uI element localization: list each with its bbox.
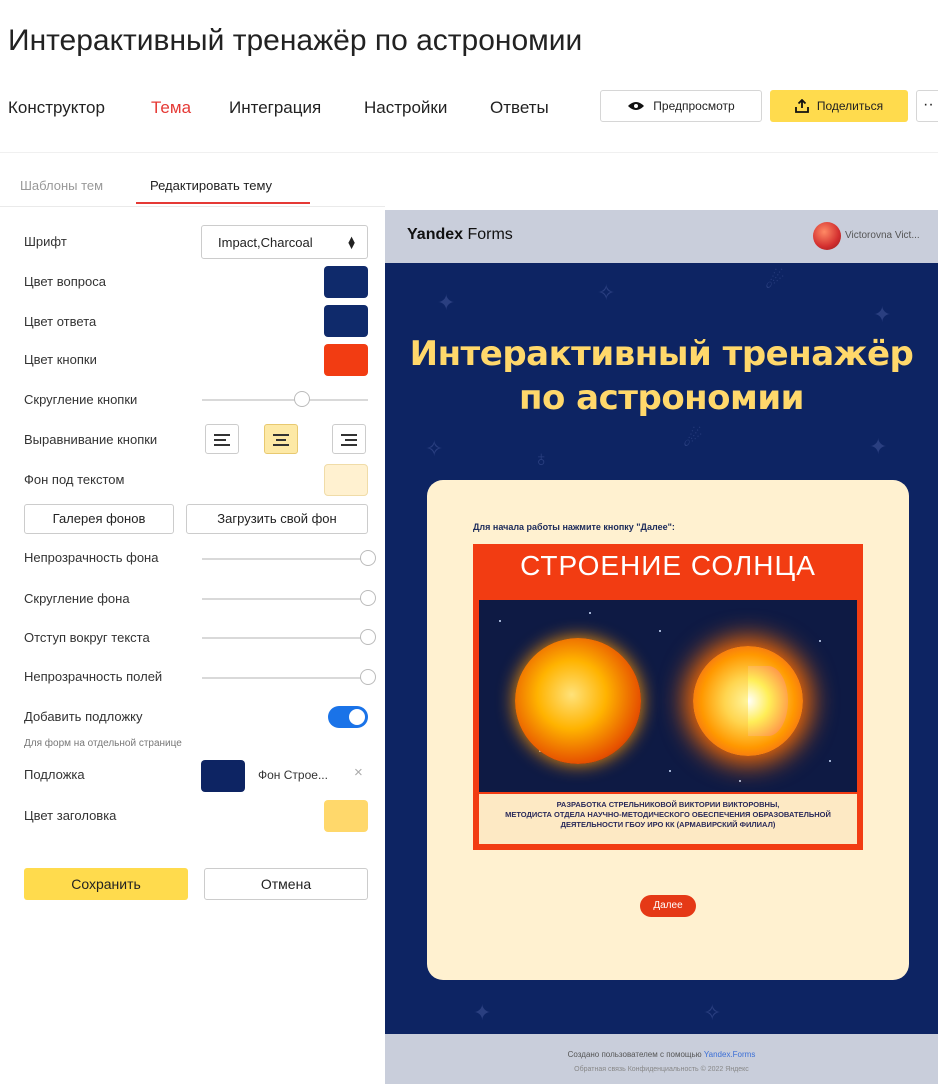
divider: [0, 152, 938, 153]
close-icon[interactable]: ×: [354, 764, 363, 781]
pattern-icon: ✧: [703, 1000, 722, 1025]
cancel-button[interactable]: Отмена: [204, 868, 368, 900]
tab-answers[interactable]: Ответы: [490, 98, 549, 118]
tab-integration[interactable]: Интеграция: [229, 98, 321, 118]
eye-icon: [628, 102, 645, 110]
align-right-icon: [341, 434, 357, 449]
sort-arrows-icon: ▲ ▼: [346, 234, 357, 252]
answer-color-swatch[interactable]: [324, 305, 368, 337]
sun-cross-section-image: [693, 646, 803, 756]
align-right-button[interactable]: [332, 424, 366, 454]
avatar[interactable]: [813, 222, 841, 250]
yandex-forms-logo: Yandex Forms: [407, 226, 513, 243]
text-padding-label: Отступ вокруг текста: [24, 630, 150, 645]
form-card: Для начала работы нажмите кнопку "Далее"…: [427, 480, 909, 980]
sun-illustration: [479, 600, 857, 792]
fields-opacity-label: Непрозрачность полей: [24, 669, 163, 684]
bg-opacity-label: Непрозрачность фона: [24, 550, 159, 565]
pattern-icon: ✦: [437, 290, 456, 315]
align-center-icon: [273, 434, 289, 449]
pattern-icon: ✧: [597, 280, 616, 305]
tab-edit-theme[interactable]: Редактировать тему: [150, 178, 272, 193]
slider-handle[interactable]: [360, 669, 376, 685]
font-label: Шрифт: [24, 234, 67, 249]
button-rounding-label: Скругление кнопки: [24, 392, 138, 407]
align-left-icon: [214, 434, 230, 449]
button-color-label: Цвет кнопки: [24, 352, 97, 367]
sun-surface-image: [515, 638, 641, 764]
header-color-swatch[interactable]: [324, 800, 368, 832]
footer-credit: Создано пользователем с помощью Yandex.F…: [567, 1050, 756, 1059]
header-color-label: Цвет заголовка: [24, 808, 117, 823]
tab-theme[interactable]: Тема: [151, 98, 191, 118]
bg-opacity-slider[interactable]: [202, 550, 376, 566]
intro-text: Для начала работы нажмите кнопку "Далее"…: [473, 522, 675, 532]
preview-footer: Создано пользователем с помощью Yandex.F…: [385, 1034, 938, 1084]
align-left-button[interactable]: [205, 424, 239, 454]
button-rounding-slider[interactable]: [202, 391, 368, 407]
bg-rounding-slider[interactable]: [202, 590, 376, 606]
pattern-icon: ☄: [765, 268, 785, 293]
divider: [0, 206, 385, 207]
save-button[interactable]: Сохранить: [24, 868, 188, 900]
font-select-value: Impact,Charcoal: [218, 235, 313, 250]
tab-settings[interactable]: Настройки: [364, 98, 447, 118]
share-label: Поделиться: [816, 99, 884, 113]
text-bg-swatch[interactable]: [324, 464, 368, 496]
page-title: Интерактивный тренажёр по астрономии: [8, 24, 583, 57]
slider-handle[interactable]: [360, 590, 376, 606]
question-color-swatch[interactable]: [324, 266, 368, 298]
pattern-icon: ✦: [869, 434, 888, 459]
pattern-icon: ♁: [533, 446, 550, 471]
add-backdrop-label: Добавить подложку: [24, 709, 143, 724]
slider-handle[interactable]: [293, 391, 310, 407]
backdrop-swatch[interactable]: [201, 760, 245, 792]
poster-title: СТРОЕНИЕ СОЛНЦА: [520, 550, 816, 581]
fields-opacity-slider[interactable]: [202, 669, 376, 685]
text-padding-slider[interactable]: [202, 629, 376, 645]
align-center-button[interactable]: [264, 424, 298, 454]
preview-label: Предпросмотр: [653, 99, 735, 113]
next-button[interactable]: Далее: [640, 895, 696, 917]
bg-rounding-label: Скругление фона: [24, 591, 130, 606]
backdrop-label: Подложка: [24, 767, 85, 782]
footer-links[interactable]: Обратная связь Конфиденциальность © 2022…: [385, 1066, 938, 1073]
backdrop-name: Фон Строе...: [258, 768, 328, 782]
user-name[interactable]: Victorovna Vict...: [845, 230, 920, 241]
preview-header: Yandex Forms Victorovna Vict...: [385, 210, 938, 263]
backdrop-hint: Для форм на отдельной странице: [24, 738, 182, 749]
answer-color-label: Цвет ответа: [24, 314, 97, 329]
pattern-icon: ✦: [473, 1000, 492, 1025]
pattern-icon: ☄: [683, 426, 703, 451]
slider-handle[interactable]: [360, 629, 376, 645]
form-preview: ✦ ✧ ☄ ✦ ✧ ♁ ☄ ✦ ✦ ✧ Yandex Forms Victoro…: [385, 210, 938, 1084]
upload-background-button[interactable]: Загрузить свой фон: [186, 504, 368, 534]
background-gallery-button[interactable]: Галерея фонов: [24, 504, 174, 534]
question-color-label: Цвет вопроса: [24, 274, 106, 289]
pattern-icon: ✦: [873, 302, 892, 327]
button-align-label: Выравнивание кнопки: [24, 432, 158, 447]
form-title: Интерактивный тренажёр по астрономии: [409, 334, 914, 418]
poster-image: СТРОЕНИЕ СОЛНЦА РАЗРАБОТКА СТРЕЛЬНИКОВОЙ…: [473, 544, 863, 850]
slider-handle[interactable]: [360, 550, 376, 566]
share-button[interactable]: Поделиться: [770, 90, 908, 122]
more-button[interactable]: ··: [916, 90, 938, 122]
share-upload-icon: [794, 99, 809, 113]
active-tab-indicator: [136, 202, 310, 204]
text-bg-label: Фон под текстом: [24, 472, 125, 487]
footer-link[interactable]: Yandex.Forms: [704, 1050, 755, 1059]
font-select[interactable]: Impact,Charcoal ▲ ▼: [201, 225, 368, 259]
poster-credits: РАЗРАБОТКА СТРЕЛЬНИКОВОЙ ВИКТОРИИ ВИКТОР…: [479, 794, 857, 844]
add-backdrop-toggle[interactable]: [328, 706, 368, 728]
pattern-icon: ✧: [425, 436, 444, 461]
preview-button[interactable]: Предпросмотр: [600, 90, 762, 122]
tab-constructor[interactable]: Конструктор: [8, 98, 105, 118]
tab-theme-templates[interactable]: Шаблоны тем: [20, 178, 103, 193]
button-color-swatch[interactable]: [324, 344, 368, 376]
